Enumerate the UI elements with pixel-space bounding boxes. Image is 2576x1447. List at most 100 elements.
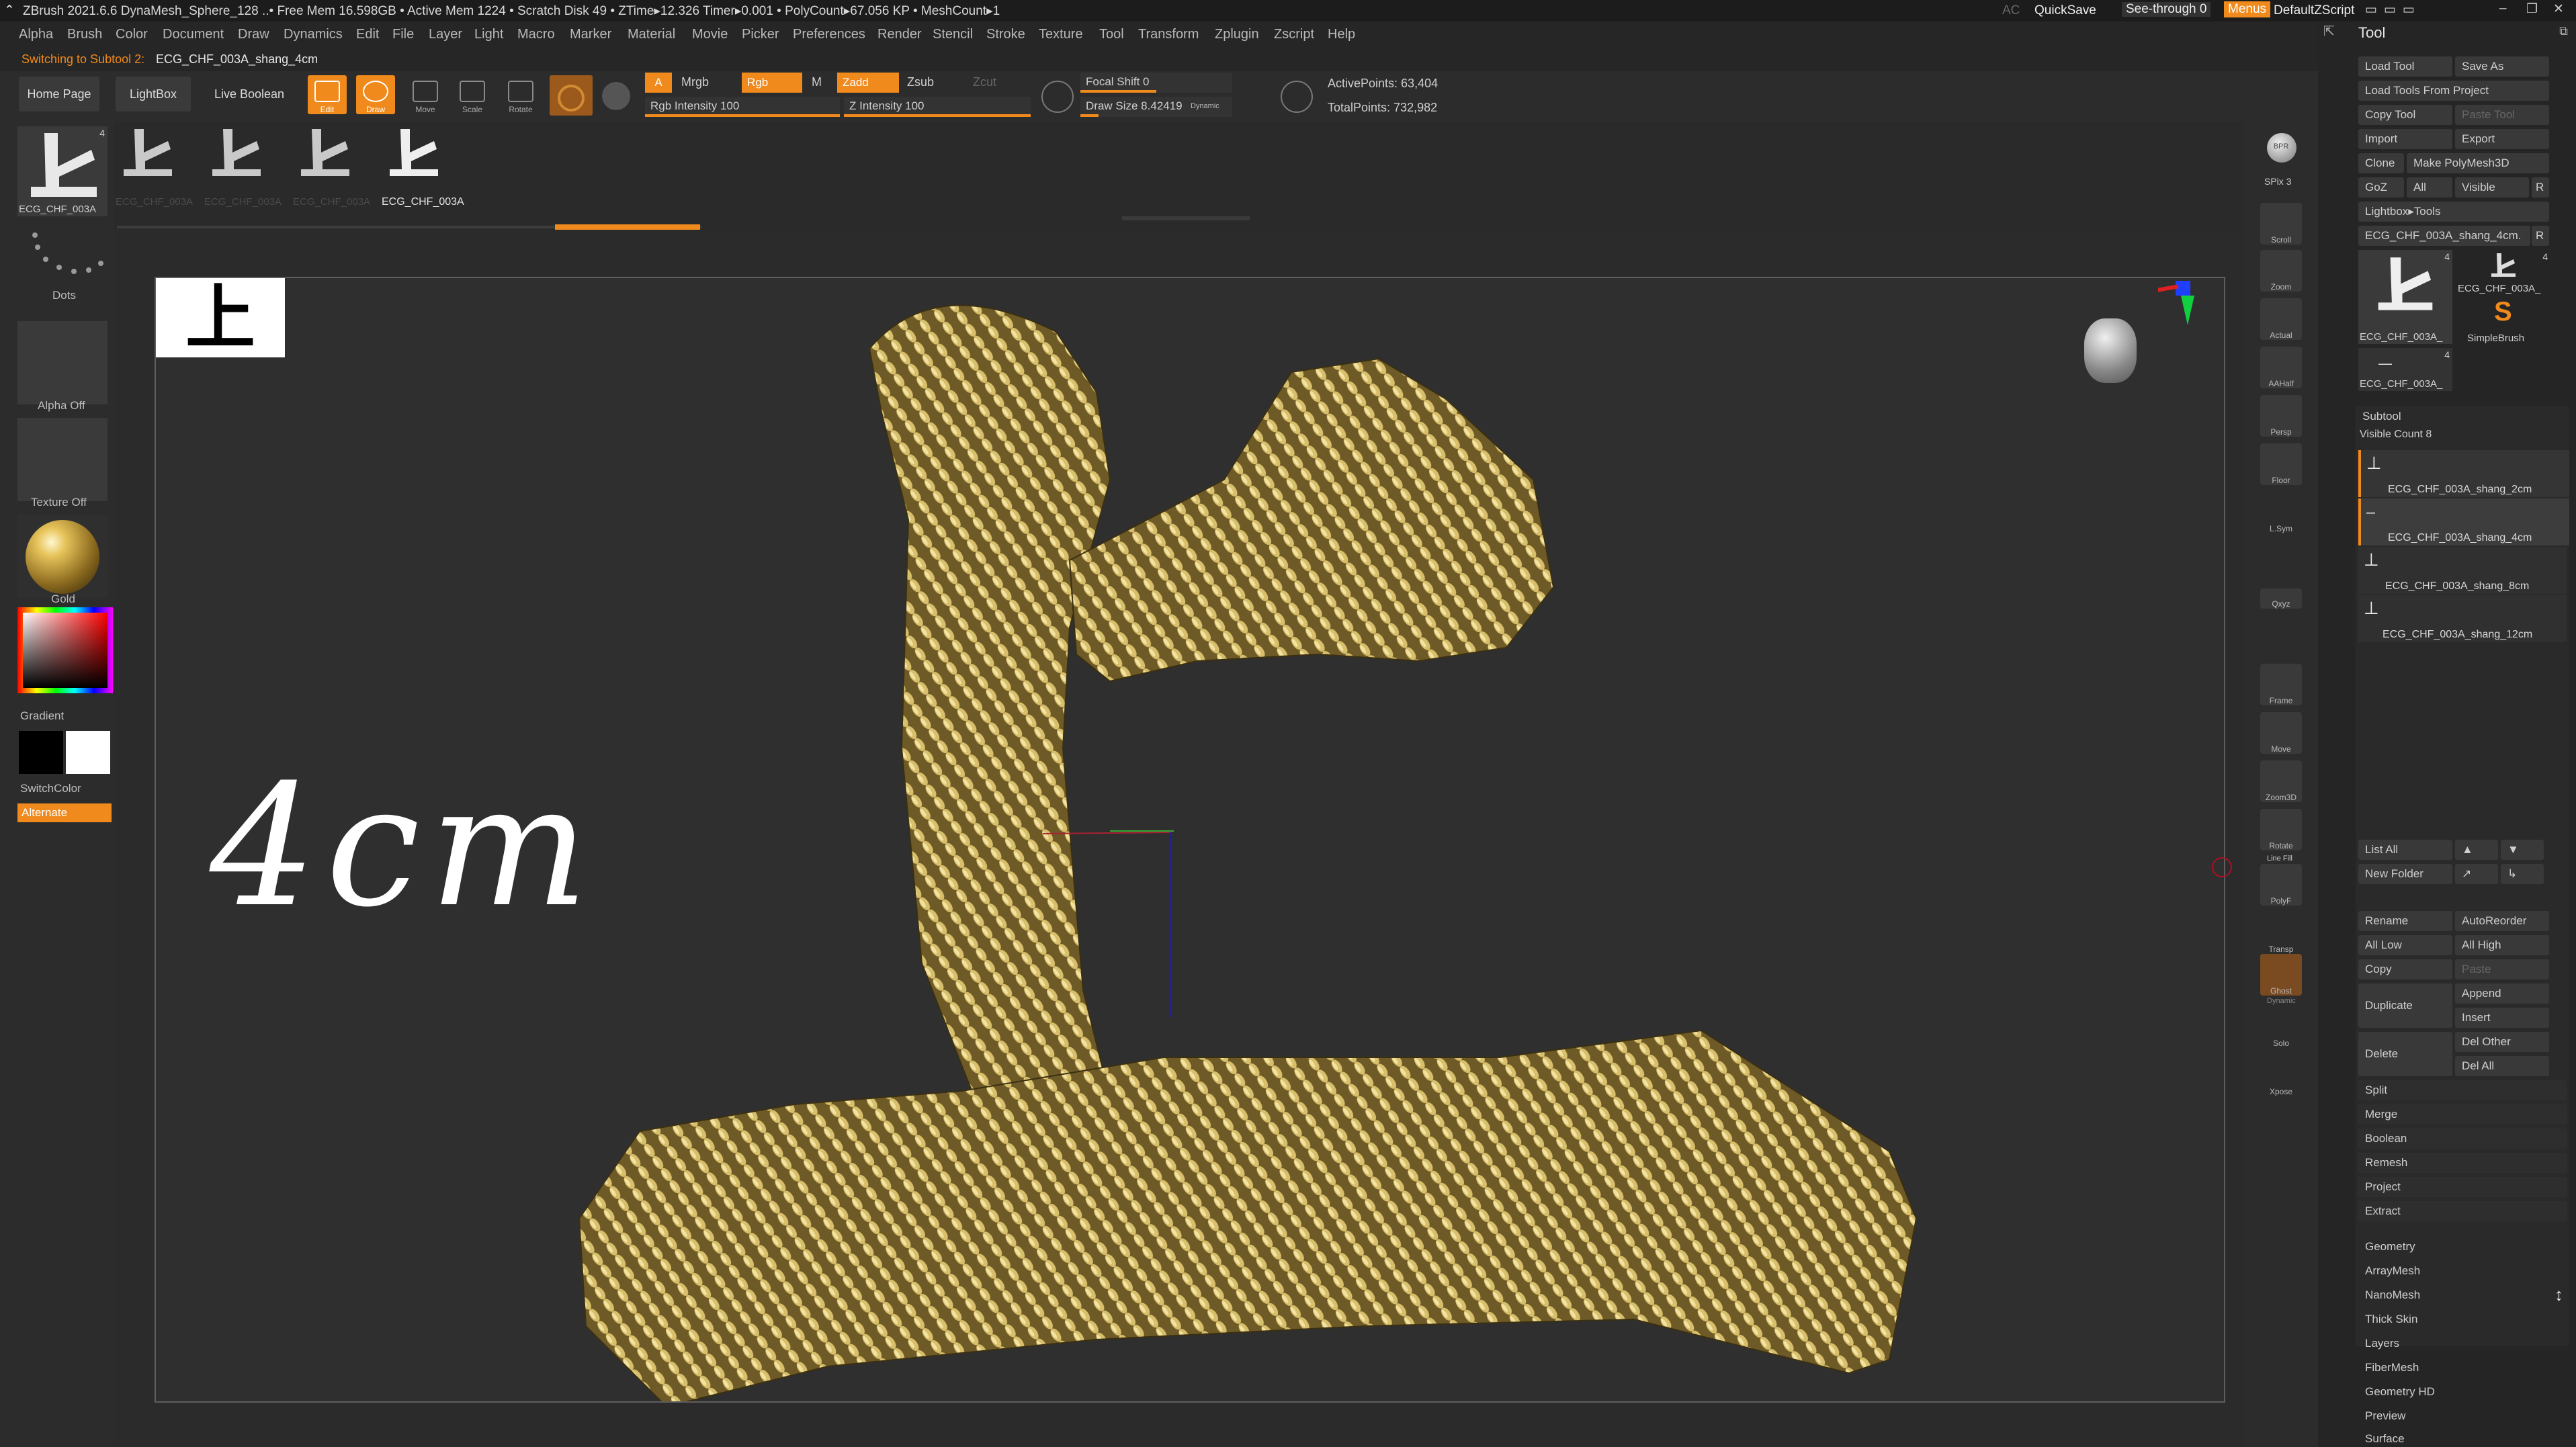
append-button[interactable]: Append	[2455, 983, 2549, 1004]
tool-thumb-simplebrush[interactable]: S SimpleBrush	[2456, 297, 2550, 344]
recent-tool-1[interactable]: ECG_CHF_003A	[114, 122, 202, 210]
del-other-button[interactable]: Del Other	[2455, 1032, 2549, 1052]
navigation-head-icon[interactable]	[2084, 318, 2137, 383]
new-folder-button[interactable]: New Folder	[2358, 864, 2452, 884]
material-sphere-button[interactable]	[550, 75, 593, 116]
minimize-icon[interactable]: –	[2499, 1, 2507, 16]
menu-material[interactable]: Material	[628, 27, 675, 42]
menu-layer[interactable]: Layer	[429, 27, 462, 42]
a-toggle[interactable]: A	[645, 73, 672, 93]
tool-thumb-1[interactable]: ECG_CHF_003A_ 4	[2358, 250, 2452, 344]
rotate-view-button[interactable]: Rotate	[2260, 809, 2302, 850]
rotate-z-icon[interactable]	[2260, 637, 2302, 657]
quicksave-button[interactable]: QuickSave	[2034, 3, 2096, 18]
subtool-item[interactable]: ⊥ ECG_CHF_003A_shang_12cm	[2358, 595, 2567, 642]
transp-button[interactable]: Transp	[2260, 912, 2302, 954]
move-down-icon[interactable]: ▼	[2501, 840, 2544, 860]
rename-button[interactable]: Rename	[2358, 911, 2452, 931]
see-through-slider[interactable]: See-through 0	[2122, 2, 2211, 17]
menu-movie[interactable]: Movie	[692, 27, 728, 42]
strip-scrollbar[interactable]	[117, 224, 701, 230]
delete-button[interactable]: Delete	[2358, 1032, 2452, 1076]
menus-toggle[interactable]: Menus	[2224, 1, 2271, 17]
project-section[interactable]: Project	[2358, 1177, 2567, 1197]
nanomesh-section[interactable]: NanoMesh	[2365, 1288, 2420, 1302]
tool-palette-icon[interactable]: ⇱	[2323, 23, 2335, 40]
clone-button[interactable]: Clone	[2358, 153, 2404, 173]
menu-preferences[interactable]: Preferences	[793, 27, 865, 42]
move-mode-button[interactable]: Move	[406, 75, 445, 114]
spix-label[interactable]: SPix 3	[2264, 176, 2291, 187]
home-page-button[interactable]: Home Page	[19, 77, 99, 112]
edit-mode-button[interactable]: Edit	[308, 75, 347, 114]
primary-color-swatch[interactable]	[66, 731, 110, 774]
goz-all-button[interactable]: All	[2407, 177, 2452, 198]
alpha-thumbnail[interactable]	[17, 321, 108, 404]
menu-color[interactable]: Color	[116, 27, 148, 42]
bpr-button[interactable]: BPR	[2260, 129, 2302, 171]
all-high-button[interactable]: All High	[2455, 935, 2549, 955]
duplicate-button[interactable]: Duplicate	[2358, 983, 2452, 1028]
split-section[interactable]: Split	[2358, 1080, 2567, 1100]
menu-light[interactable]: Light	[474, 27, 503, 42]
folder-in-icon[interactable]: ↗	[2455, 864, 2498, 884]
arraymesh-section[interactable]: ArrayMesh	[2365, 1264, 2420, 1278]
zsub-toggle[interactable]: Zsub	[907, 75, 934, 89]
restore-icon[interactable]: ❐	[2526, 1, 2538, 17]
goz-visible-button[interactable]: Visible	[2455, 177, 2529, 198]
texture-sphere-icon[interactable]	[602, 82, 630, 110]
alternate-button[interactable]: Alternate	[17, 803, 112, 822]
rotate-mode-button[interactable]: Rotate	[501, 75, 540, 114]
thick-skin-section[interactable]: Thick Skin	[2365, 1313, 2417, 1326]
menu-document[interactable]: Document	[163, 27, 224, 42]
default-zscript-button[interactable]: DefaultZScript	[2274, 3, 2354, 18]
merge-section[interactable]: Merge	[2358, 1104, 2567, 1125]
load-tool-button[interactable]: Load Tool	[2358, 56, 2452, 77]
menu-transform[interactable]: Transform	[1138, 27, 1199, 42]
zoom-button[interactable]: Zoom	[2260, 250, 2302, 292]
subtool-item[interactable]: ⊥ ECG_CHF_003A_shang_2cm	[2358, 450, 2569, 497]
subtool-title[interactable]: Subtool	[2362, 410, 2401, 423]
aahalf-button[interactable]: AAHalf	[2260, 347, 2302, 388]
del-all-button[interactable]: Del All	[2455, 1056, 2549, 1076]
mrgb-toggle[interactable]: Mrgb	[681, 75, 709, 89]
frame-button[interactable]: Frame	[2260, 664, 2302, 705]
menu-tool[interactable]: Tool	[1099, 27, 1124, 42]
z-intensity-slider[interactable]: Z Intensity 100	[844, 97, 1031, 117]
floor-button[interactable]: Floor	[2260, 443, 2302, 485]
paste-tool-button[interactable]: Paste Tool	[2455, 105, 2549, 125]
import-button[interactable]: Import	[2358, 129, 2452, 149]
menu-stroke[interactable]: Stroke	[986, 27, 1025, 42]
copy-tool-button[interactable]: Copy Tool	[2358, 105, 2452, 125]
menu-zplugin[interactable]: Zplugin	[1215, 27, 1259, 42]
draw-size-slider[interactable]: Draw Size 8.42419 Dynamic	[1080, 97, 1232, 117]
collapse-handle[interactable]	[1122, 216, 1250, 220]
fibermesh-section[interactable]: FiberMesh	[2365, 1361, 2419, 1374]
persp-button[interactable]: Persp	[2260, 395, 2302, 437]
menu-dynamics[interactable]: Dynamics	[284, 27, 343, 42]
zcut-toggle[interactable]: Zcut	[973, 75, 996, 89]
polyf-button[interactable]: PolyF	[2260, 864, 2302, 906]
current-tool-thumbnail[interactable]: ECG_CHF_003A 4	[17, 126, 108, 216]
lightbox-button[interactable]: LightBox	[116, 77, 191, 112]
color-gradient-square[interactable]	[23, 613, 108, 688]
dynamic-toggle[interactable]: Dynamic	[1191, 102, 1219, 110]
local-symmetry-button[interactable]: L.Sym	[2260, 492, 2302, 533]
extract-section[interactable]: Extract	[2358, 1201, 2567, 1221]
menu-picker[interactable]: Picker	[742, 27, 779, 42]
tool-thumb-3[interactable]: ⎼ ECG_CHF_003A_ 4	[2358, 348, 2452, 391]
save-as-button[interactable]: Save As	[2455, 56, 2549, 77]
list-all-button[interactable]: List All	[2358, 840, 2452, 860]
secondary-color-swatch[interactable]	[19, 731, 63, 774]
tool-palette-title[interactable]: Tool	[2358, 24, 2385, 42]
current-tool-slider[interactable]: ECG_CHF_003A_shang_4cm.	[2358, 226, 2530, 246]
zadd-toggle[interactable]: Zadd	[837, 73, 899, 93]
sculpt-mesh[interactable]	[156, 278, 2224, 1401]
move-view-button[interactable]: Move	[2260, 712, 2302, 754]
recent-tool-3[interactable]: ECG_CHF_003A	[292, 122, 379, 210]
paste-subtool-button[interactable]: Paste	[2455, 959, 2549, 979]
menu-brush[interactable]: Brush	[67, 27, 102, 42]
viewport-canvas[interactable]: 上 4cm	[114, 230, 2264, 1447]
lightbox-tools-button[interactable]: Lightbox▸Tools	[2358, 202, 2549, 222]
menu-macro[interactable]: Macro	[517, 27, 555, 42]
